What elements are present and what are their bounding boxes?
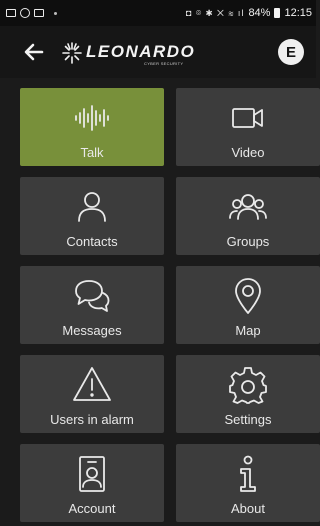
logo-wordmark: LEONARDO bbox=[86, 42, 196, 61]
chat-bubbles-icon bbox=[75, 280, 110, 312]
tile-label: Talk bbox=[80, 145, 104, 160]
logo-subtitle: CYBER SECURITY bbox=[144, 61, 184, 66]
leonardo-logo-mark-icon bbox=[62, 42, 82, 64]
whatsapp-notification-icon bbox=[20, 8, 30, 18]
battery-percent: 84% bbox=[248, 7, 271, 19]
system-icons: ◘ ⌾ ✱ ✕ ≋ ıl bbox=[185, 7, 245, 18]
person-icon bbox=[78, 192, 106, 222]
tile-label: Account bbox=[68, 501, 116, 516]
tile-messages[interactable]: Messages bbox=[20, 266, 164, 344]
status-bar: ◘ ⌾ ✱ ✕ ≋ ıl 84% 12:15 bbox=[0, 0, 316, 26]
gallery-notification-icon bbox=[34, 9, 44, 17]
tile-label: Groups bbox=[226, 234, 270, 249]
info-icon bbox=[240, 455, 256, 492]
tile-settings[interactable]: Settings bbox=[176, 355, 320, 433]
tile-groups[interactable]: Groups bbox=[176, 177, 320, 255]
tile-label: Settings bbox=[224, 412, 272, 427]
tile-video[interactable]: Video bbox=[176, 88, 320, 166]
tile-label: Map bbox=[235, 323, 261, 338]
app-header: LEONARDO CYBER SECURITY E bbox=[0, 26, 316, 78]
tile-label: Users in alarm bbox=[50, 412, 134, 427]
tile-users-in-alarm[interactable]: Users in alarm bbox=[20, 355, 164, 433]
gear-icon bbox=[229, 367, 267, 404]
tile-about[interactable]: About bbox=[176, 444, 320, 522]
status-notifications bbox=[6, 8, 57, 18]
status-system: ◘ ⌾ ✱ ✕ ≋ ıl 84% 12:15 bbox=[186, 7, 312, 19]
tile-label: About bbox=[231, 501, 265, 516]
id-badge-icon bbox=[79, 456, 105, 492]
people-group-icon bbox=[229, 194, 267, 220]
leonardo-logo: LEONARDO CYBER SECURITY bbox=[60, 38, 200, 68]
warning-triangle-icon bbox=[73, 367, 111, 401]
tile-label: Contacts bbox=[66, 234, 118, 249]
tile-label: Messages bbox=[62, 323, 122, 338]
map-pin-icon bbox=[235, 278, 261, 314]
tile-contacts[interactable]: Contacts bbox=[20, 177, 164, 255]
video-camera-icon bbox=[232, 108, 263, 128]
e-profile-button[interactable]: E bbox=[278, 39, 304, 65]
more-notifications-icon bbox=[54, 11, 57, 15]
tile-talk[interactable]: Talk bbox=[20, 88, 164, 166]
battery-icon bbox=[274, 8, 281, 18]
image-notification-icon bbox=[6, 9, 16, 17]
waveform-icon bbox=[75, 105, 109, 131]
tile-map[interactable]: Map bbox=[176, 266, 320, 344]
tile-label: Video bbox=[231, 145, 265, 160]
tile-account[interactable]: Account bbox=[20, 444, 164, 522]
clock: 12:15 bbox=[284, 7, 312, 19]
back-arrow-icon[interactable] bbox=[22, 40, 46, 64]
